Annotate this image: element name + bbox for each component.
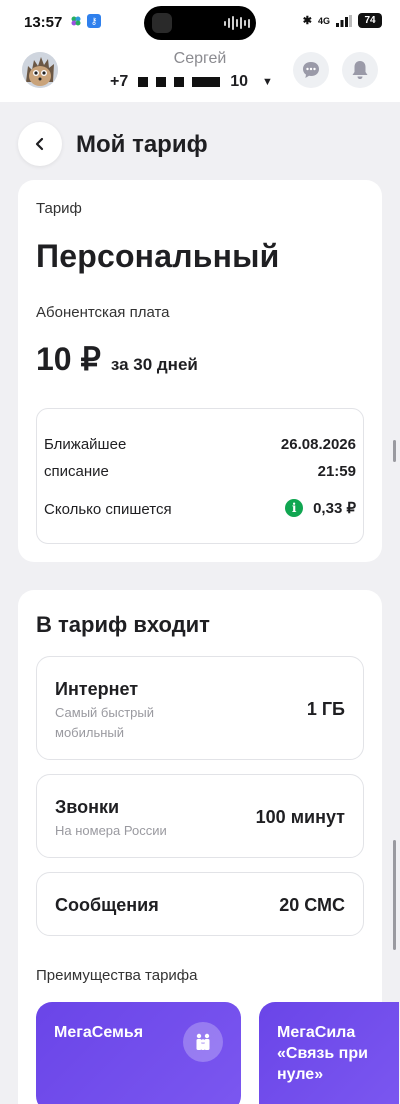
package-subtitle: Самый быстрый мобильный [55,705,154,740]
benefits-label: Преимущества тарифа [36,967,198,984]
chat-icon [303,62,319,78]
phone-selector[interactable]: +7 10 ▼ [110,73,273,91]
next-charge-date: 26.08.2026 [280,436,356,453]
charge-amount: 0,33 ₽ [313,500,356,517]
package-value: 100 минут [255,807,345,827]
bell-icon [352,61,368,79]
user-name: Сергей [173,50,227,67]
camera-icon [152,13,172,33]
status-bar: 13:57 ⚷ ✱ 4G 74 [0,0,400,46]
includes-title: В тариф входит [36,612,210,637]
app-header: Сергей +7 10 ▼ [0,46,400,102]
benefit-title: МегаСила «Связь при нуле» [277,1024,368,1083]
benefit-title: МегаСемья [54,1024,144,1041]
info-icon[interactable]: i [285,499,304,517]
charge-amount-label: Сколько спишется [44,501,172,518]
package-name: Звонки [55,797,120,817]
network-type: 4G [317,15,330,26]
charge-amount-row: i 0,33 ₽ [285,499,356,517]
package-value: 20 СМС [279,895,345,915]
package-sms[interactable]: Сообщения 20 СМС [36,872,364,936]
package-calls[interactable]: Звонки На номера России 100 минут [36,774,364,858]
chevron-down-icon: ▼ [262,76,273,88]
tariff-name: Персональный [36,238,280,274]
audio-wave-icon [224,16,250,30]
chevron-left-icon [35,137,44,151]
status-time: 13:57 [24,14,63,31]
package-internet[interactable]: Интернет Самый быстрый мобильный 1 ГБ [36,656,364,760]
tariff-card: Тариф Персональный Абонентская плата 10 … [18,180,382,562]
includes-card: В тариф входит Интернет Самый быстрый мо… [18,590,399,1104]
package-name: Интернет [55,679,139,699]
package-name: Сообщения [55,895,159,915]
bluetooth-icon: ✱ [302,15,312,27]
chat-button[interactable] [293,52,329,88]
fee-label: Абонентская плата [36,304,170,321]
app-notification-icon [71,16,81,26]
key-app-icon: ⚷ [87,14,101,28]
benefit-card-megasila[interactable]: МегаСила «Связь при нуле» [259,1002,399,1104]
phone-suffix: 10 [230,73,249,90]
dynamic-island [144,6,256,40]
phone-masked [134,73,224,91]
scroll-indicator [393,840,396,950]
page-title: Мой тариф [76,131,208,158]
status-indicators: ✱ 4G 74 [303,13,382,28]
next-charge-time: 21:59 [317,463,356,480]
notifications-button[interactable] [342,52,378,88]
battery-icon: 74 [358,13,382,28]
package-subtitle: На номера России [55,823,167,838]
phone-prefix: +7 [110,73,129,90]
scroll-indicator [393,440,396,462]
tariff-label: Тариф [36,200,82,217]
benefit-card-megasemya[interactable]: МегаСемья [36,1002,241,1104]
package-value: 1 ГБ [306,699,345,719]
fee-amount: 10 ₽ [36,341,101,377]
back-button[interactable] [18,122,62,166]
next-charge-label: Ближайшее списание [44,436,127,480]
fee-period: за 30 дней [110,355,198,374]
family-icon [183,1022,223,1062]
signal-icon [336,14,352,27]
charge-info-box: Ближайшее списание 26.08.2026 21:59 Скол… [36,408,364,544]
fee-row: 10 ₽ за 30 дней [36,340,198,378]
next-charge-datetime: 26.08.2026 21:59 [281,431,356,485]
